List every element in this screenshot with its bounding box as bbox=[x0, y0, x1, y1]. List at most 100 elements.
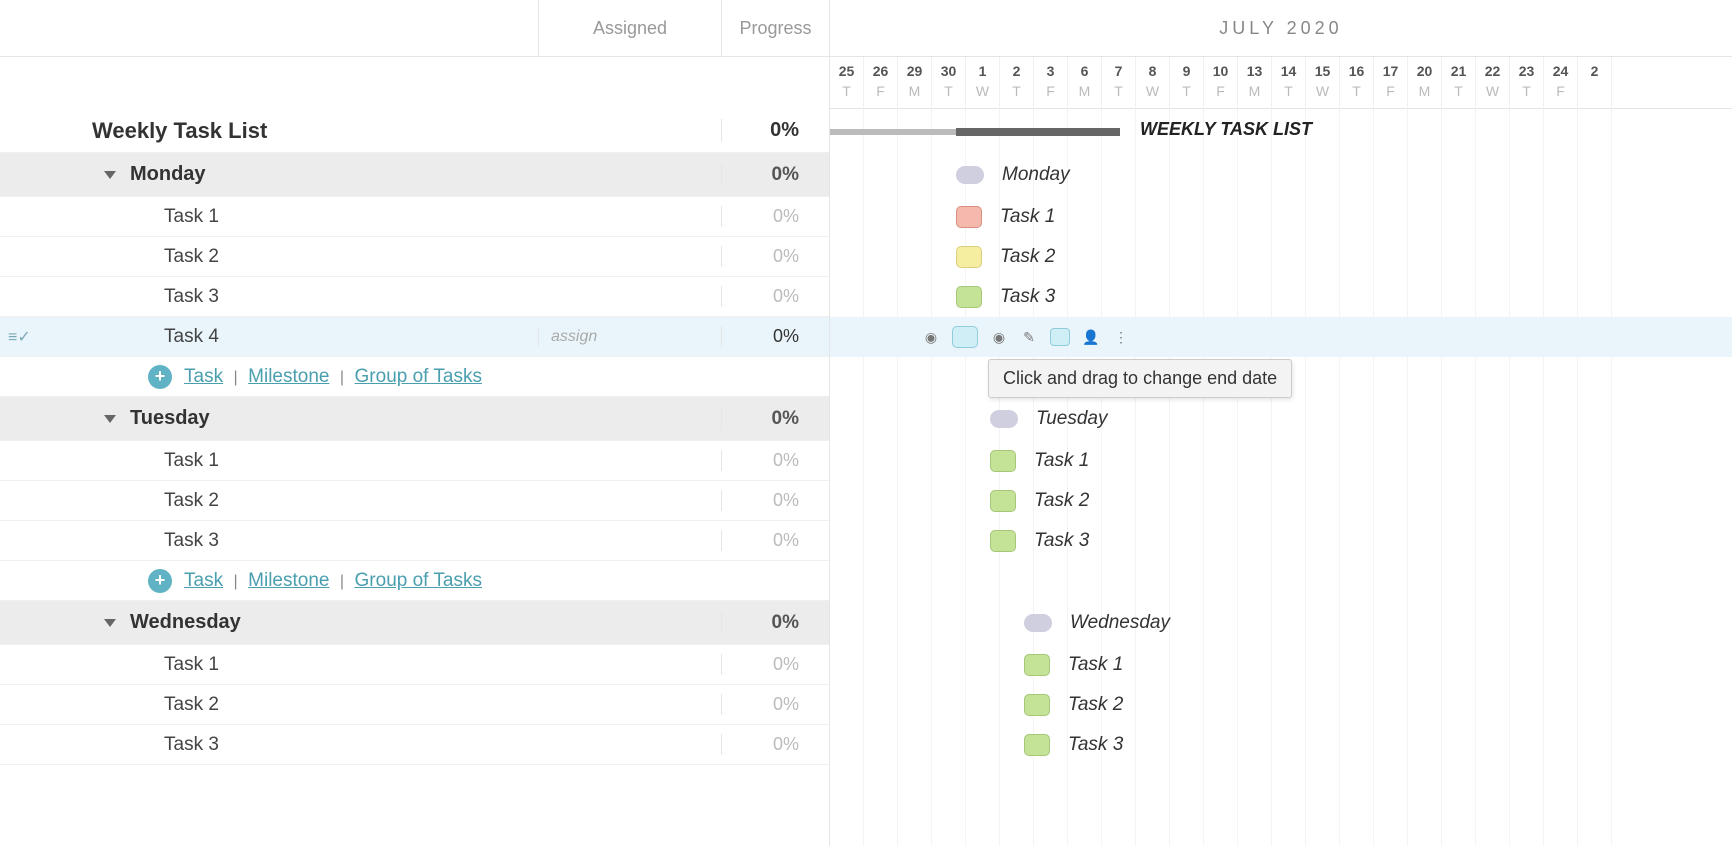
day-column: 22W bbox=[1476, 57, 1510, 109]
month-label: JULY 2020 bbox=[830, 0, 1732, 57]
day-column: 3F bbox=[1034, 57, 1068, 109]
task-bar[interactable] bbox=[956, 246, 982, 268]
task-name[interactable]: Task 4 bbox=[0, 326, 538, 348]
day-column: 16T bbox=[1340, 57, 1374, 109]
add-icon[interactable]: + bbox=[148, 569, 172, 593]
group-progress: 0% bbox=[721, 408, 829, 430]
day-column: 7T bbox=[1102, 57, 1136, 109]
add-milestone-link[interactable]: Milestone bbox=[248, 570, 329, 591]
day-column: 14T bbox=[1272, 57, 1306, 109]
drag-start-icon[interactable]: ◉ bbox=[922, 328, 940, 346]
task-bar[interactable] bbox=[952, 326, 978, 348]
collapse-icon[interactable] bbox=[104, 415, 116, 423]
day-column: 29M bbox=[898, 57, 932, 109]
add-icon[interactable]: + bbox=[148, 365, 172, 389]
gantt-group-label: Tuesday bbox=[1036, 408, 1107, 430]
task-name[interactable]: Task 2 bbox=[0, 246, 538, 268]
day-column: 2T bbox=[1000, 57, 1034, 109]
assign-cell[interactable]: assign bbox=[538, 328, 721, 346]
day-column: 2 bbox=[1578, 57, 1612, 109]
group-pill[interactable] bbox=[956, 166, 984, 184]
day-column: 6M bbox=[1068, 57, 1102, 109]
row-drag-handle-icon[interactable]: ≡✓ bbox=[8, 327, 31, 347]
task-bar[interactable] bbox=[956, 206, 982, 228]
task-bar[interactable] bbox=[1024, 694, 1050, 716]
gantt-group-label: Wednesday bbox=[1070, 612, 1170, 634]
task-progress: 0% bbox=[721, 530, 829, 551]
task-progress: 0% bbox=[721, 326, 829, 347]
day-column: 25T bbox=[830, 57, 864, 109]
gantt-group-label: Monday bbox=[1002, 164, 1070, 186]
gantt-task-label: Task 2 bbox=[1000, 246, 1055, 268]
add-milestone-link[interactable]: Milestone bbox=[248, 366, 329, 387]
gantt-task-label: Task 3 bbox=[1068, 734, 1123, 756]
task-name[interactable]: Task 2 bbox=[0, 490, 538, 512]
day-column: 30T bbox=[932, 57, 966, 109]
task-bar[interactable] bbox=[990, 490, 1016, 512]
project-gantt-label: WEEKLY TASK LIST bbox=[1140, 119, 1312, 140]
task-name[interactable]: Task 3 bbox=[0, 530, 538, 552]
group-progress: 0% bbox=[721, 164, 829, 186]
assign-user-icon[interactable]: 👤 bbox=[1082, 328, 1100, 346]
day-column: 1W bbox=[966, 57, 1000, 109]
add-task-link[interactable]: Task bbox=[184, 570, 223, 591]
add-task-link[interactable]: Task bbox=[184, 366, 223, 387]
day-column: 9T bbox=[1170, 57, 1204, 109]
task-progress: 0% bbox=[721, 734, 829, 755]
task-progress: 0% bbox=[721, 654, 829, 675]
collapse-icon[interactable] bbox=[104, 619, 116, 627]
project-title[interactable]: Weekly Task List bbox=[0, 118, 538, 144]
task-name[interactable]: Task 3 bbox=[0, 286, 538, 308]
gantt-task-label: Task 1 bbox=[1034, 450, 1089, 472]
task-bar[interactable] bbox=[990, 450, 1016, 472]
task-name[interactable]: Task 1 bbox=[0, 654, 538, 676]
task-name[interactable]: Task 1 bbox=[0, 450, 538, 472]
day-column: 21T bbox=[1442, 57, 1476, 109]
group-pill[interactable] bbox=[1024, 614, 1052, 632]
day-column: 20M bbox=[1408, 57, 1442, 109]
color-picker-icon[interactable] bbox=[1050, 328, 1070, 346]
day-column: 8W bbox=[1136, 57, 1170, 109]
tooltip: Click and drag to change end date bbox=[988, 359, 1292, 398]
day-column: 23T bbox=[1510, 57, 1544, 109]
drag-end-icon[interactable]: ◉ bbox=[990, 328, 1008, 346]
gantt-task-label: Task 3 bbox=[1000, 286, 1055, 308]
group-header-wednesday[interactable]: Wednesday bbox=[0, 611, 538, 634]
day-column: 13M bbox=[1238, 57, 1272, 109]
task-progress: 0% bbox=[721, 490, 829, 511]
gantt-task-label: Task 2 bbox=[1034, 490, 1089, 512]
group-header-monday[interactable]: Monday bbox=[0, 163, 538, 186]
gantt-task-label: Task 2 bbox=[1068, 694, 1123, 716]
day-column: 17F bbox=[1374, 57, 1408, 109]
task-bar[interactable] bbox=[990, 530, 1016, 552]
day-column: 26F bbox=[864, 57, 898, 109]
gantt-task-label: Task 3 bbox=[1034, 530, 1089, 552]
add-group-link[interactable]: Group of Tasks bbox=[355, 570, 482, 591]
group-pill[interactable] bbox=[990, 410, 1018, 428]
task-bar[interactable] bbox=[1024, 734, 1050, 756]
day-column: 24F bbox=[1544, 57, 1578, 109]
day-column: 10F bbox=[1204, 57, 1238, 109]
group-progress: 0% bbox=[721, 612, 829, 634]
edit-icon[interactable]: ✎ bbox=[1020, 328, 1038, 346]
day-column: 15W bbox=[1306, 57, 1340, 109]
add-group-link[interactable]: Group of Tasks bbox=[355, 366, 482, 387]
task-progress: 0% bbox=[721, 694, 829, 715]
task-name[interactable]: Task 2 bbox=[0, 694, 538, 716]
more-icon[interactable]: ⋮ bbox=[1112, 328, 1130, 346]
group-header-tuesday[interactable]: Tuesday bbox=[0, 407, 538, 430]
task-bar[interactable] bbox=[1024, 654, 1050, 676]
project-progress: 0% bbox=[721, 119, 829, 142]
task-name[interactable]: Task 3 bbox=[0, 734, 538, 756]
task-progress: 0% bbox=[721, 286, 829, 307]
column-header-assigned: Assigned bbox=[538, 0, 721, 56]
task-progress: 0% bbox=[721, 450, 829, 471]
task-bar[interactable] bbox=[956, 286, 982, 308]
column-header-progress: Progress bbox=[721, 0, 829, 56]
collapse-icon[interactable] bbox=[104, 171, 116, 179]
gantt-task-label: Task 1 bbox=[1000, 206, 1055, 228]
task-progress: 0% bbox=[721, 246, 829, 267]
task-name[interactable]: Task 1 bbox=[0, 206, 538, 228]
task-progress: 0% bbox=[721, 206, 829, 227]
gantt-task-label: Task 1 bbox=[1068, 654, 1123, 676]
